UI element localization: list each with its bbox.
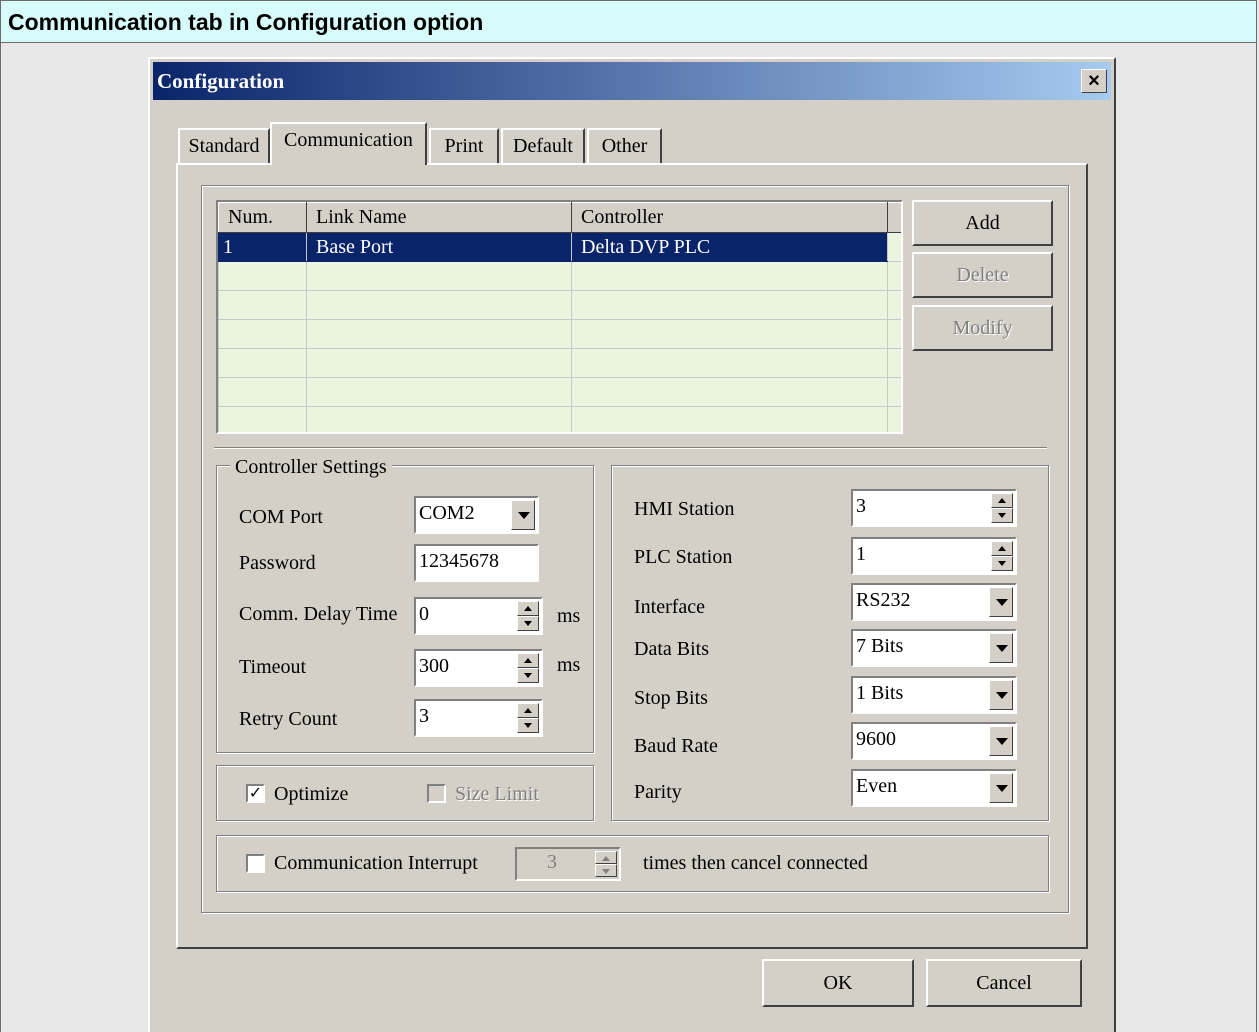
tab-communication[interactable]: Communication — [270, 122, 427, 165]
size-limit-label: Size Limit — [455, 783, 539, 805]
ok-button[interactable]: OK — [762, 959, 914, 1007]
optimize-label: Optimize — [274, 783, 349, 805]
plc-station-value: 1 — [856, 543, 866, 565]
hmi-station-value: 3 — [856, 495, 866, 517]
parity-select[interactable]: Even — [851, 769, 1017, 807]
configuration-dialog: Configuration × Standard Communication P… — [148, 57, 1116, 1032]
cell-num: 1 — [218, 232, 307, 262]
links-table: Num. Link Name Controller 1 Base Port De… — [218, 202, 901, 432]
timeout-value: 300 — [419, 655, 449, 677]
comm-interrupt-times-value: 3 — [547, 851, 557, 873]
cancel-button[interactable]: Cancel — [926, 959, 1082, 1007]
baud-rate-select[interactable]: 9600 — [851, 722, 1017, 760]
interface-value: RS232 — [856, 589, 911, 611]
table-row-empty[interactable] — [218, 261, 901, 291]
stop-bits-select[interactable]: 1 Bits — [851, 676, 1017, 714]
timeout-stepper[interactable]: 300 — [414, 649, 543, 687]
timeout-unit: ms — [557, 654, 581, 676]
data-bits-value: 7 Bits — [856, 635, 904, 657]
chevron-down-icon[interactable] — [989, 587, 1013, 617]
baud-rate-value: 9600 — [856, 728, 896, 750]
password-label: Password — [239, 552, 316, 574]
retry-count-stepper[interactable]: 3 — [414, 699, 543, 737]
chevron-down-icon[interactable] — [989, 633, 1013, 663]
delete-button[interactable]: Delete — [912, 252, 1053, 298]
plc-station-stepper[interactable]: 1 — [851, 537, 1017, 575]
comm-interrupt-suffix: times then cancel connected — [643, 852, 868, 874]
column-header-link-name[interactable]: Link Name — [306, 202, 572, 233]
chevron-down-icon[interactable] — [989, 726, 1013, 756]
password-field[interactable]: 12345678 — [414, 544, 539, 582]
tab-standard[interactable]: Standard — [178, 128, 270, 164]
com-port-select[interactable]: COM2 — [414, 496, 539, 534]
table-row[interactable]: 1 Base Port Delta DVP PLC — [218, 232, 901, 262]
data-bits-select[interactable]: 7 Bits — [851, 629, 1017, 667]
comm-interrupt-label: Communication Interrupt — [274, 852, 478, 874]
timeout-label: Timeout — [239, 656, 307, 678]
com-port-label: COM Port — [239, 506, 323, 528]
interface-select[interactable]: RS232 — [851, 583, 1017, 621]
controller-settings-title: Controller Settings — [230, 455, 392, 479]
comm-delay-value: 0 — [419, 603, 429, 625]
comm-delay-label: Comm. Delay Time — [239, 603, 398, 625]
spinner-icon[interactable] — [517, 601, 539, 631]
tab-default[interactable]: Default — [501, 128, 585, 164]
comm-interrupt-checkbox[interactable] — [246, 854, 265, 873]
column-header-filler — [887, 202, 901, 233]
table-row-empty[interactable] — [218, 406, 901, 432]
spinner-icon[interactable] — [991, 493, 1013, 523]
table-row-empty[interactable] — [218, 377, 901, 407]
table-row-empty[interactable] — [218, 290, 901, 320]
hmi-station-label: HMI Station — [634, 498, 735, 520]
table-row-empty[interactable] — [218, 319, 901, 349]
optimize-checkbox[interactable]: ✓ — [246, 784, 265, 803]
parity-value: Even — [856, 775, 898, 797]
check-icon: ✓ — [248, 783, 263, 802]
close-button[interactable]: × — [1081, 69, 1107, 93]
size-limit-checkbox[interactable] — [427, 784, 446, 803]
hmi-station-stepper[interactable]: 3 — [851, 489, 1017, 527]
column-header-num[interactable]: Num. — [218, 202, 307, 233]
spinner-icon[interactable] — [517, 703, 539, 733]
separator-line — [214, 447, 1047, 449]
add-button[interactable]: Add — [912, 200, 1053, 246]
stop-bits-label: Stop Bits — [634, 687, 708, 709]
tab-other[interactable]: Other — [587, 128, 662, 164]
retry-count-value: 3 — [419, 705, 429, 727]
tab-print[interactable]: Print — [429, 128, 499, 164]
plc-station-label: PLC Station — [634, 546, 733, 568]
dialog-titlebar[interactable]: Configuration × — [153, 62, 1111, 100]
spinner-icon[interactable] — [595, 851, 617, 877]
comm-delay-unit: ms — [557, 605, 581, 627]
cell-link-name: Base Port — [306, 232, 572, 262]
comm-delay-stepper[interactable]: 0 — [414, 597, 543, 635]
baud-rate-label: Baud Rate — [634, 735, 718, 757]
interface-label: Interface — [634, 596, 706, 618]
dialog-title: Configuration — [157, 69, 285, 93]
retry-count-label: Retry Count — [239, 708, 338, 730]
stop-bits-value: 1 Bits — [856, 682, 904, 704]
table-row-empty[interactable] — [218, 348, 901, 378]
chevron-down-icon[interactable] — [989, 773, 1013, 803]
spinner-icon[interactable] — [991, 541, 1013, 571]
spinner-icon[interactable] — [517, 653, 539, 683]
comm-interrupt-times-stepper[interactable]: 3 — [515, 847, 621, 881]
links-table-container: Num. Link Name Controller 1 Base Port De… — [216, 200, 903, 434]
cell-controller: Delta DVP PLC — [571, 232, 888, 262]
chevron-down-icon[interactable] — [511, 500, 535, 530]
parity-label: Parity — [634, 781, 682, 803]
modify-button[interactable]: Modify — [912, 305, 1053, 351]
com-port-value: COM2 — [419, 502, 475, 524]
data-bits-label: Data Bits — [634, 638, 709, 660]
column-header-controller[interactable]: Controller — [571, 202, 888, 233]
page-heading: Communication tab in Configuration optio… — [0, 0, 1257, 43]
chevron-down-icon[interactable] — [989, 680, 1013, 710]
